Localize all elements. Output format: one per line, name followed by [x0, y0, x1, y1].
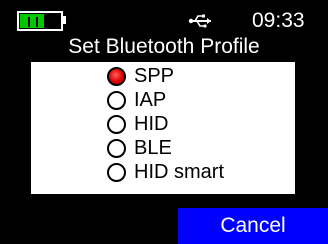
radio-button-icon[interactable]: [107, 66, 126, 86]
profile-options-panel: SPP IAP HID BLE HID smart: [29, 60, 297, 196]
page-title: Set Bluetooth Profile: [68, 35, 260, 58]
profile-option-label: SPP: [134, 65, 175, 87]
usb-icon: [188, 14, 211, 28]
profile-option-hid[interactable]: HID: [107, 112, 168, 136]
battery-cell-divider: [28, 17, 30, 27]
radio-button-icon[interactable]: [107, 162, 126, 182]
profile-option-hid-smart[interactable]: HID smart: [107, 160, 224, 184]
battery-terminal: [63, 16, 66, 24]
battery-level: [20, 14, 44, 28]
profile-option-label: IAP: [134, 89, 167, 111]
profile-option-iap[interactable]: IAP: [107, 88, 166, 112]
profile-option-ble[interactable]: BLE: [107, 136, 172, 160]
status-bar: 09:33: [0, 0, 328, 38]
profile-option-label: HID smart: [134, 161, 224, 183]
profile-option-spp[interactable]: SPP: [107, 64, 174, 88]
battery-icon: [17, 11, 63, 31]
battery-cell-divider: [36, 17, 38, 27]
cancel-button[interactable]: Cancel: [178, 208, 328, 244]
radio-button-icon[interactable]: [107, 114, 126, 134]
radio-button-icon[interactable]: [107, 90, 126, 110]
profile-option-label: BLE: [134, 137, 172, 159]
device-screen: 09:33 Set Bluetooth Profile SPP IAP HID …: [0, 0, 328, 244]
profile-option-label: HID: [134, 113, 169, 135]
clock-time: 09:33: [252, 9, 305, 32]
radio-button-icon[interactable]: [107, 138, 126, 158]
